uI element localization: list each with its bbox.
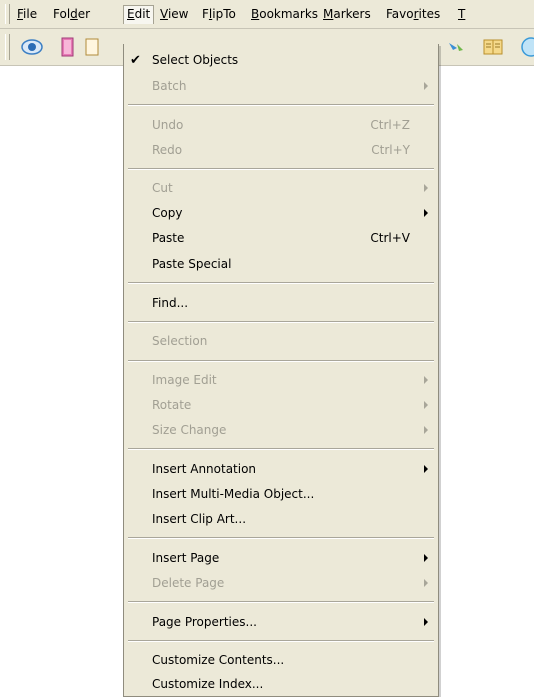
- menu-item-selection[interactable]: Selection: [124, 329, 438, 354]
- menu-tools[interactable]: T: [455, 6, 468, 24]
- submenu-arrow-icon: [424, 426, 428, 434]
- check-icon: ✔: [130, 53, 141, 68]
- eye-icon[interactable]: [21, 36, 43, 58]
- menu-item-image-edit[interactable]: Image Edit: [124, 368, 438, 393]
- menu-item-insert-annotation[interactable]: Insert Annotation: [124, 457, 438, 482]
- submenu-arrow-icon: [424, 579, 428, 587]
- menu-item-insert-page[interactable]: Insert Page: [124, 546, 438, 571]
- menu-item-redo[interactable]: Redo Ctrl+Y: [124, 138, 438, 163]
- menu-separator: [128, 104, 434, 106]
- menu-item-delete-page[interactable]: Delete Page: [124, 571, 438, 596]
- contents-icon[interactable]: [482, 36, 504, 58]
- menu-item-insert-clip-art[interactable]: Insert Clip Art...: [124, 507, 438, 532]
- menu-edit[interactable]: Edit: [123, 5, 155, 24]
- submenu-arrow-icon: [424, 376, 428, 384]
- menu-item-size-change[interactable]: Size Change: [124, 418, 438, 443]
- menu-item-page-properties[interactable]: Page Properties...: [124, 610, 438, 635]
- menu-item-insert-multimedia[interactable]: Insert Multi-Media Object...: [124, 482, 438, 507]
- menu-item-undo[interactable]: Undo Ctrl+Z: [124, 113, 438, 138]
- menu-view[interactable]: View: [157, 6, 191, 24]
- menu-separator: [128, 601, 434, 603]
- menu-item-customize-index[interactable]: Customize Index...: [124, 672, 438, 697]
- submenu-arrow-icon: [424, 554, 428, 562]
- arrow-icon[interactable]: [446, 36, 468, 58]
- menu-favorites[interactable]: Favorites: [383, 6, 443, 24]
- submenu-arrow-icon: [424, 618, 428, 626]
- menu-bookmarks[interactable]: Bookmarks: [248, 6, 321, 24]
- menu-item-paste-special[interactable]: Paste Special: [124, 252, 438, 277]
- menu-bar: File Folder Edit View FlipTo Bookmarks M…: [0, 0, 534, 29]
- menu-item-paste[interactable]: Paste Ctrl+V: [124, 226, 438, 251]
- menu-separator: [128, 640, 434, 642]
- pink-card-icon[interactable]: [56, 36, 78, 58]
- menu-bar-grip[interactable]: [5, 4, 10, 24]
- document-icon[interactable]: [82, 36, 104, 58]
- menu-separator: [128, 448, 434, 450]
- menu-file[interactable]: File: [14, 6, 40, 24]
- edit-menu-dropdown: ✔ Select Objects Batch Undo Ctrl+Z Redo …: [123, 44, 439, 697]
- circle-icon[interactable]: [520, 36, 534, 58]
- submenu-arrow-icon: [424, 465, 428, 473]
- menu-markers[interactable]: Markers: [320, 6, 374, 24]
- menu-item-cut[interactable]: Cut: [124, 176, 438, 201]
- menu-separator: [128, 282, 434, 284]
- menu-separator: [128, 537, 434, 539]
- menu-item-customize-contents[interactable]: Customize Contents...: [124, 648, 438, 673]
- submenu-arrow-icon: [424, 184, 428, 192]
- menu-item-find[interactable]: Find...: [124, 291, 438, 316]
- menu-separator: [128, 168, 434, 170]
- menu-separator: [128, 360, 434, 362]
- menu-item-rotate[interactable]: Rotate: [124, 393, 438, 418]
- menu-folder[interactable]: Folder: [50, 6, 93, 24]
- menu-item-copy[interactable]: Copy: [124, 201, 438, 226]
- submenu-arrow-icon: [424, 82, 428, 90]
- menu-item-batch[interactable]: Batch: [124, 74, 438, 99]
- menu-separator: [128, 321, 434, 323]
- submenu-arrow-icon: [424, 209, 428, 217]
- menu-item-select-objects[interactable]: ✔ Select Objects: [124, 48, 438, 73]
- toolbar-grip[interactable]: [5, 34, 10, 60]
- menu-flipto[interactable]: FlipTo: [199, 6, 239, 24]
- submenu-arrow-icon: [424, 401, 428, 409]
